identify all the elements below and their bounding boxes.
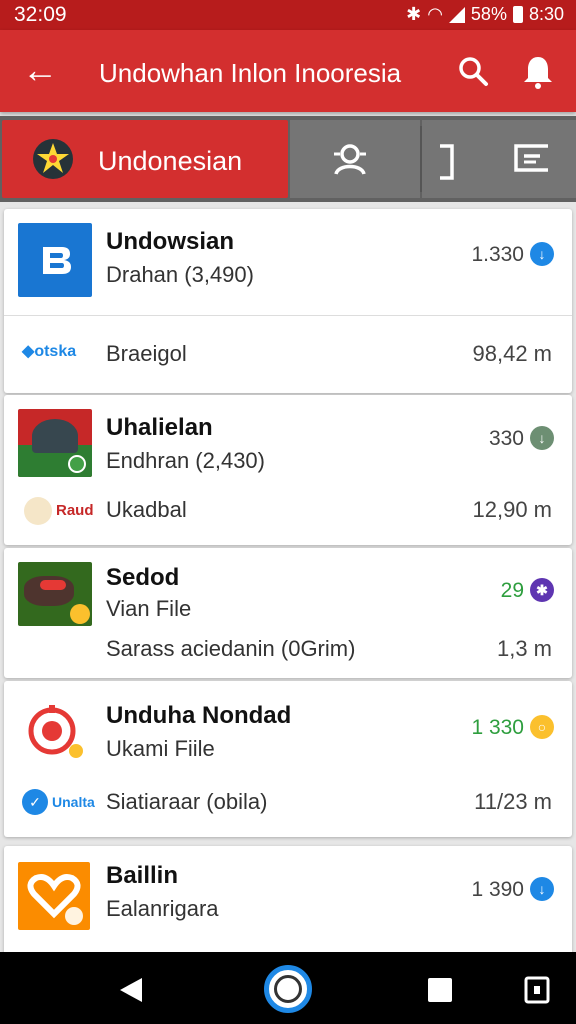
sub-logo: Raud — [56, 502, 94, 519]
tab-undonesian[interactable]: Undonesian — [2, 120, 288, 198]
sub-value: 12,90 m — [472, 497, 553, 522]
status-icons: ✱ ◠ 58% 8:30 — [406, 4, 564, 25]
signal-icon — [448, 6, 465, 23]
screenshot-nav-icon[interactable] — [524, 976, 550, 1004]
item-count: 1.330 — [471, 243, 524, 266]
back-nav-icon[interactable] — [118, 976, 144, 1004]
home-nav-button[interactable] — [264, 965, 312, 1013]
battery-icon — [512, 6, 523, 23]
download-badge-icon[interactable]: ↓ — [530, 242, 554, 266]
app-thumbnail — [18, 562, 92, 626]
badge-icon — [68, 455, 86, 473]
target-logo-icon — [28, 705, 83, 758]
sub-logo-icon — [24, 497, 52, 525]
item-title: Undowsian — [106, 228, 235, 255]
sub-label: Siatiaraar (obila) — [106, 789, 268, 814]
heart-icon — [27, 874, 83, 925]
check-icon: ✓ — [22, 789, 48, 815]
page-title: Undowhan Inlon Inooresia — [99, 58, 402, 88]
list-item[interactable]: Baillin Ealanrigara 1 390 ↓ — [4, 846, 572, 966]
back-arrow-icon[interactable]: ← — [22, 48, 58, 92]
person-icon — [334, 144, 366, 175]
sub-logo: Unalta — [52, 794, 95, 810]
bell-icon[interactable] — [521, 54, 555, 90]
sub-logo: ◆otska — [22, 343, 77, 360]
item-subtitle: Endhran (2,430) — [106, 448, 265, 473]
thumbnail-detail — [40, 580, 66, 590]
item-count: 29 — [500, 579, 524, 602]
item-subtitle: Ealanrigara — [106, 896, 219, 921]
bluetooth-icon: ✱ — [406, 4, 422, 24]
download-badge-icon[interactable]: ↓ — [530, 877, 554, 901]
app-bar: ← Undowhan Inlon Inooresia — [0, 30, 576, 112]
sub-value: 11/23 m — [474, 789, 552, 814]
download-badge-icon[interactable]: ○ — [530, 715, 554, 739]
item-separator — [4, 315, 572, 316]
download-badge-icon[interactable]: ✱ — [530, 578, 554, 602]
item-title: Uhalielan — [106, 414, 213, 441]
sub-label: Ukadbal — [106, 497, 187, 522]
shield-icon: ◆ — [22, 343, 35, 360]
recents-nav-icon[interactable] — [428, 978, 452, 1002]
list-icon — [514, 144, 548, 172]
download-badge-icon[interactable]: ↓ — [530, 426, 554, 450]
list-item[interactable]: Uhalielan Endhran (2,430) 330 ↓ Raud Uka… — [4, 395, 572, 545]
badge-icon — [70, 604, 90, 624]
item-title: Baillin — [106, 862, 179, 889]
item-subtitle: Ukami Fiile — [106, 736, 215, 761]
sub-value: 98,42 m — [472, 341, 553, 366]
item-count: 1 330 — [471, 716, 524, 739]
letter-b-icon — [43, 247, 71, 274]
tab-label: Undonesian — [98, 146, 243, 176]
status-clock: 8:30 — [528, 4, 564, 24]
tab-bracket[interactable] — [422, 120, 496, 198]
search-icon[interactable] — [456, 54, 490, 88]
thumbnail-figure — [32, 419, 78, 453]
sub-label: Sarass aciedanin (0Grim) — [106, 636, 356, 661]
system-nav-bar — [0, 952, 576, 1024]
sub-label: Braeigol — [106, 341, 187, 366]
item-count: 330 — [488, 427, 524, 450]
tab-people[interactable] — [290, 120, 420, 198]
home-icon — [274, 975, 302, 1003]
star-badge-icon — [33, 139, 73, 179]
battery-percent: 58% — [470, 4, 507, 24]
app-logo-heart — [18, 862, 90, 930]
wifi-icon: ◠ — [427, 4, 443, 24]
app-logo-b — [18, 223, 92, 297]
item-title: Unduha Nondad — [106, 702, 292, 729]
category-tab-bar: Undonesian — [0, 116, 576, 202]
list-item[interactable]: Sedod Vian File 29 ✱ Sarass aciedanin (0… — [4, 548, 572, 678]
item-title: Sedod — [106, 564, 180, 591]
item-count: 1 390 — [471, 878, 524, 901]
app-thumbnail — [18, 409, 92, 477]
item-subtitle: Drahan (3,490) — [106, 262, 254, 287]
status-time: 32:09 — [14, 3, 67, 26]
sub-value: 1,3 m — [496, 636, 552, 661]
list-item[interactable]: Unduha Nondad Ukami Fiile 1 330 ○ ✓ Unal… — [4, 681, 572, 837]
status-bar: 32:09 ✱ ◠ 58% 8:30 — [0, 0, 576, 30]
item-subtitle: Vian File — [106, 596, 192, 621]
list-item[interactable]: Undowsian Drahan (3,490) 1.330 ↓ ◆otska … — [4, 209, 572, 393]
tab-list[interactable] — [496, 120, 576, 198]
bracket-icon — [440, 144, 454, 180]
